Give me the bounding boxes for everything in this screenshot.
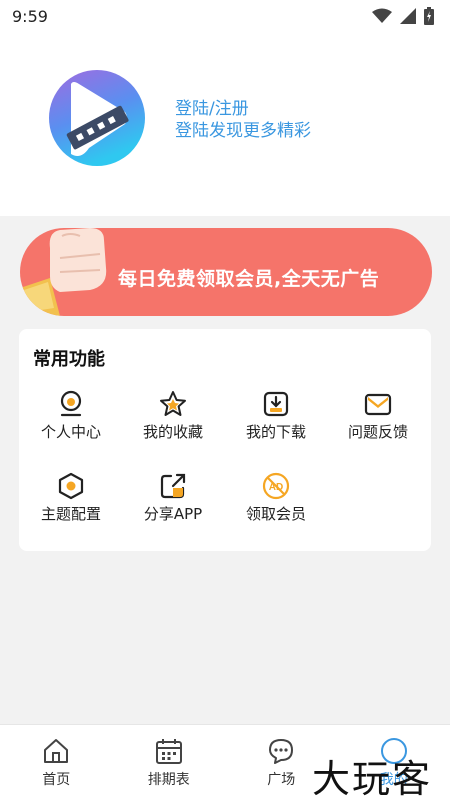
chat-icon (269, 739, 294, 764)
func-label: 我的收藏 (142, 423, 203, 441)
wifi-icon (372, 8, 392, 23)
common-functions-card: 常用功能 个人中心 我的收藏 我的下载 问题反馈 主题配置 分享APP 领取会员 (19, 329, 431, 551)
func-label: 我的下载 (245, 423, 306, 441)
download-icon (263, 391, 289, 417)
no-ad-icon: AD (262, 472, 290, 500)
signal-icon (400, 8, 416, 24)
profile-header: 登陆/注册 登陆发现更多精彩 (0, 32, 450, 216)
func-downloads[interactable]: 我的下载 (226, 390, 326, 442)
nav-schedule[interactable]: 排期表 (113, 725, 226, 797)
status-bar: 9:59 (0, 0, 450, 32)
func-label: 分享APP (143, 505, 203, 523)
theme-icon (58, 472, 84, 500)
battery-icon (424, 7, 434, 25)
login-area[interactable]: 登陆/注册 登陆发现更多精彩 (175, 98, 311, 142)
user-icon (60, 390, 82, 417)
login-subtitle: 登陆发现更多精彩 (175, 121, 311, 141)
func-share-app[interactable]: 分享APP (123, 472, 223, 524)
status-icons (372, 7, 434, 25)
home-icon (44, 739, 69, 763)
func-get-vip[interactable]: AD 领取会员 (226, 472, 326, 524)
func-favorites[interactable]: 我的收藏 (123, 390, 223, 442)
func-label: 领取会员 (245, 505, 306, 523)
nav-home[interactable]: 首页 (0, 725, 113, 797)
func-label: 问题反馈 (347, 423, 408, 441)
star-icon (160, 391, 186, 416)
func-label: 主题配置 (40, 505, 101, 523)
func-feedback[interactable]: 问题反馈 (328, 390, 428, 442)
thumbs-up-hand-icon (20, 228, 107, 316)
func-label: 个人中心 (40, 423, 101, 441)
func-personal-center[interactable]: 个人中心 (21, 390, 121, 442)
watermark-logo: 大玩客 (312, 757, 433, 797)
app-logo-avatar[interactable] (49, 70, 145, 166)
share-icon (160, 473, 186, 499)
vip-banner[interactable]: 每日免费领取会员,全天无广告 (20, 228, 432, 316)
card-title: 常用功能 (33, 349, 105, 370)
banner-text: 每日免费领取会员,全天无广告 (118, 268, 380, 290)
calendar-icon (155, 739, 182, 764)
status-time: 9:59 (12, 6, 48, 26)
func-theme-config[interactable]: 主题配置 (21, 472, 121, 524)
nav-label: 首页 (42, 772, 71, 788)
login-register-link[interactable]: 登陆/注册 (175, 98, 311, 120)
nav-label: 广场 (267, 772, 296, 788)
mail-icon (364, 393, 392, 416)
nav-label: 排期表 (147, 772, 190, 788)
